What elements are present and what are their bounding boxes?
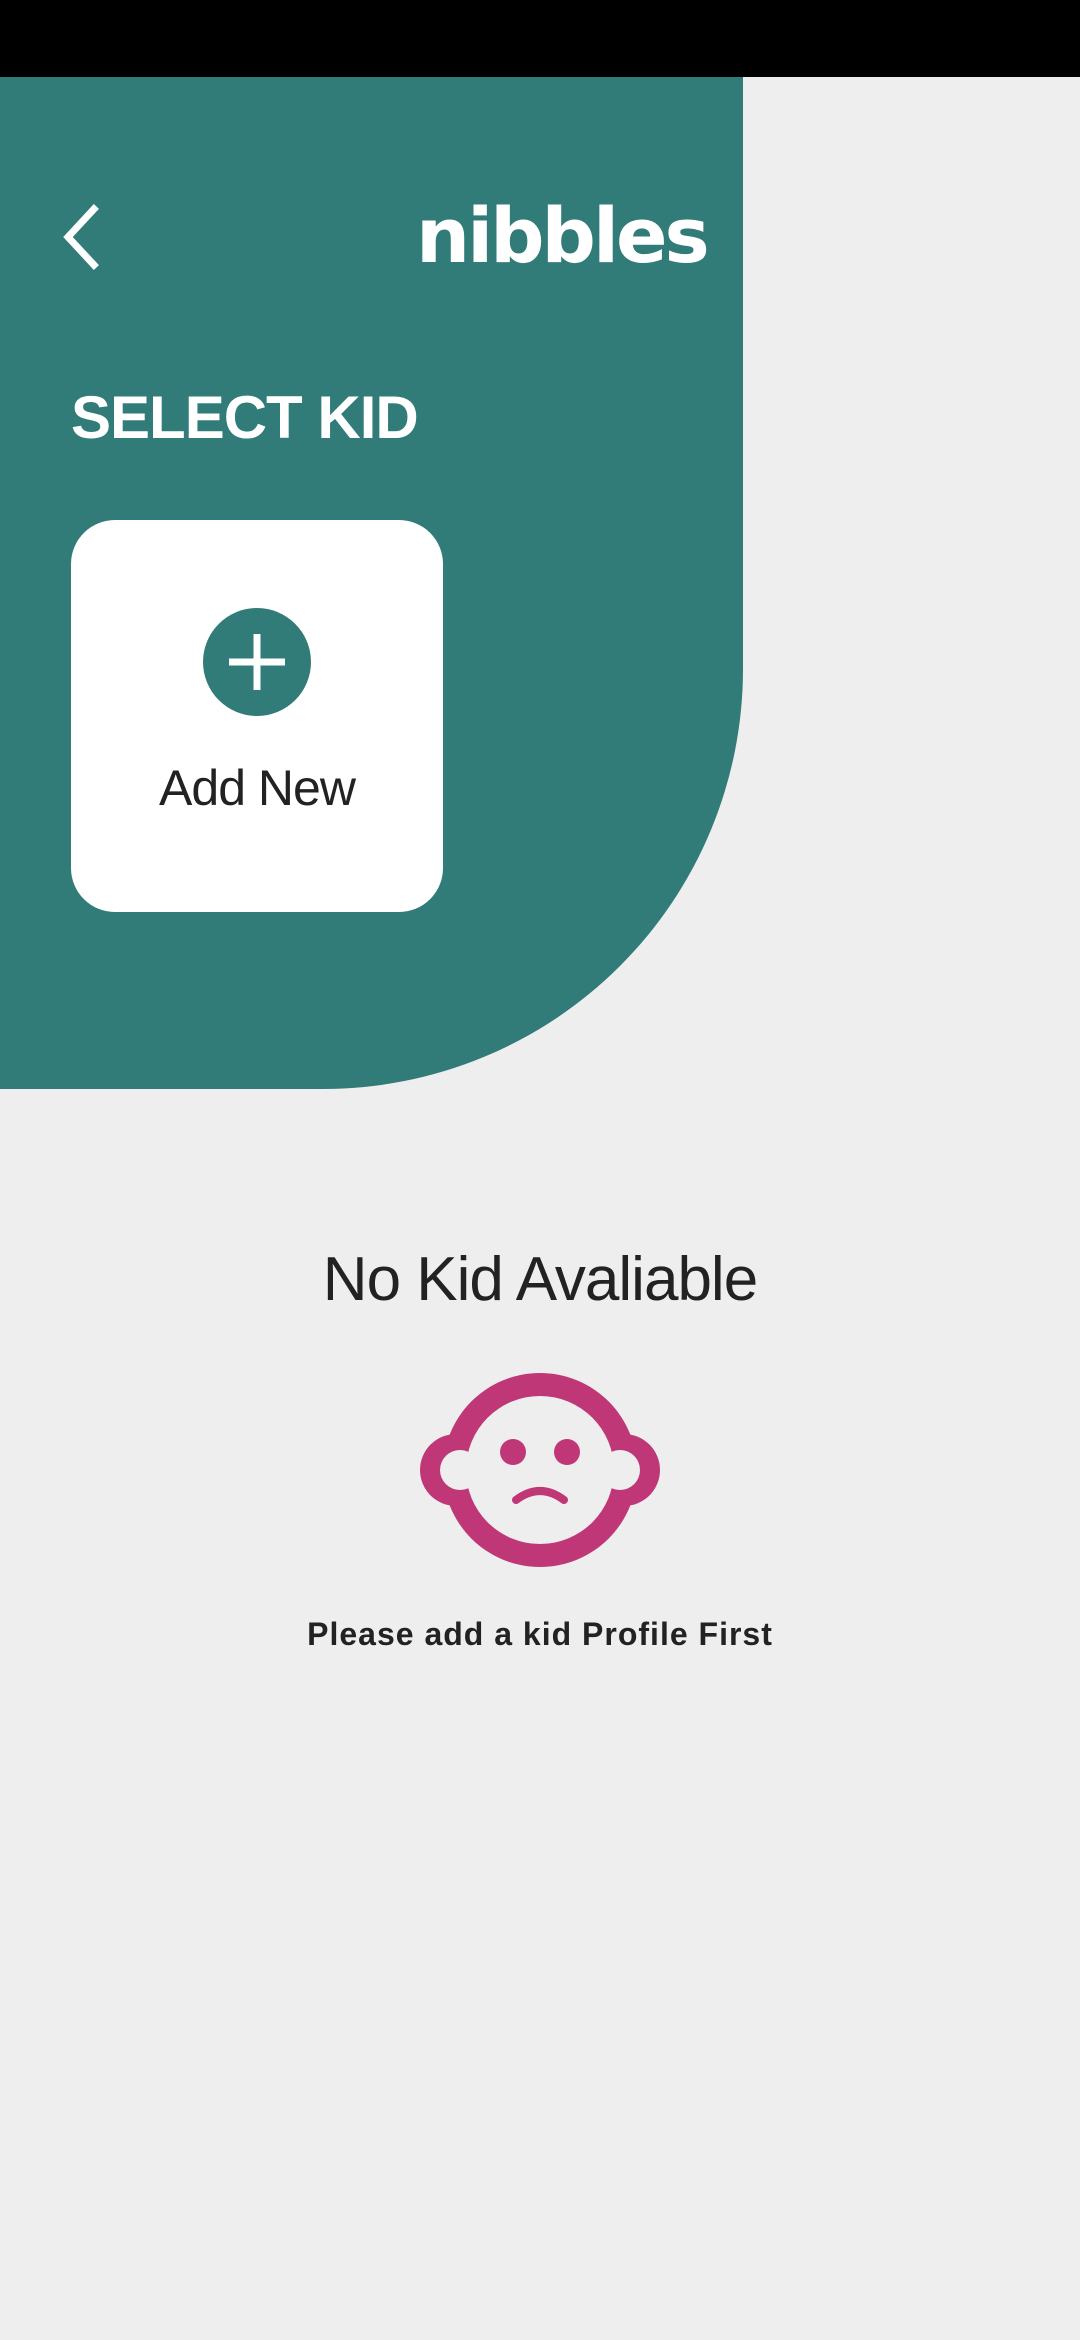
status-bar xyxy=(0,0,1080,77)
app-logo: nibbles xyxy=(416,191,710,280)
add-new-kid-card[interactable]: Add New xyxy=(71,520,443,912)
plus-icon xyxy=(229,634,285,690)
page-title: SELECT KID xyxy=(71,384,419,451)
add-circle-button[interactable] xyxy=(203,608,311,716)
add-new-label: Add New xyxy=(159,760,356,816)
empty-state-title: No Kid Avaliable xyxy=(322,1245,758,1314)
sad-baby-face-icon xyxy=(420,1373,660,1567)
empty-state-message: Please add a kid Profile First xyxy=(307,1616,773,1652)
back-button[interactable] xyxy=(52,197,116,277)
chevron-left-icon xyxy=(63,204,99,270)
